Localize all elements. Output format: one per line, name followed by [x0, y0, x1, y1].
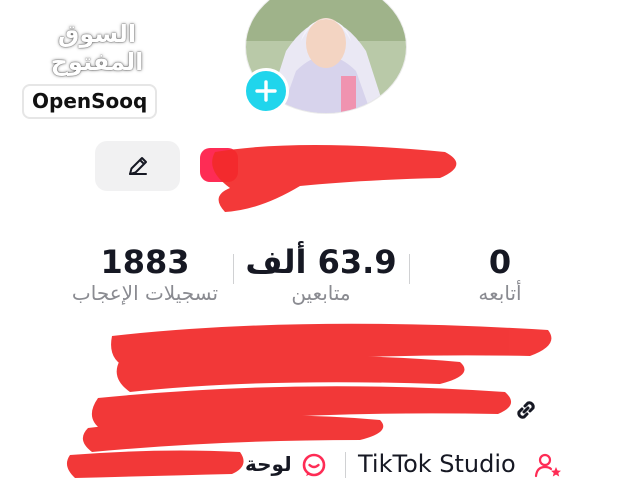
stat-separator	[409, 254, 410, 284]
stat-separator	[233, 254, 234, 284]
likes-label: تسجيلات الإعجاب	[71, 281, 219, 305]
followers-stat[interactable]: 63.9 ألف متابعين	[244, 244, 398, 306]
tiktok-studio-label[interactable]: TikTok Studio	[358, 450, 516, 478]
add-story-button[interactable]	[243, 68, 289, 114]
plus-icon	[255, 80, 277, 102]
following-count: 0	[488, 243, 512, 281]
username-badge	[200, 148, 238, 182]
followers-label: متابعين	[291, 281, 351, 305]
users-star-icon[interactable]	[534, 451, 564, 479]
bottom-divider	[345, 452, 346, 478]
opensooq-watermark: السوق المفتوح OpenSooq	[22, 20, 172, 119]
following-stat[interactable]: 0 أتابعه	[440, 244, 560, 306]
dashboard-label[interactable]: لوحة	[245, 452, 292, 476]
likes-stat[interactable]: 1883 تسجيلات الإعجاب	[55, 244, 235, 306]
link-icon[interactable]	[512, 396, 540, 424]
pencil-icon	[128, 157, 147, 175]
edit-profile-button[interactable]	[95, 141, 180, 191]
following-label: أتابعه	[478, 281, 522, 305]
watermark-latin-text: OpenSooq	[22, 84, 158, 119]
watermark-arabic-text: السوق المفتوح	[50, 20, 145, 76]
chat-bubble-icon[interactable]	[300, 451, 328, 479]
followers-count: 63.9 ألف	[245, 243, 397, 281]
likes-count: 1883	[100, 243, 190, 281]
